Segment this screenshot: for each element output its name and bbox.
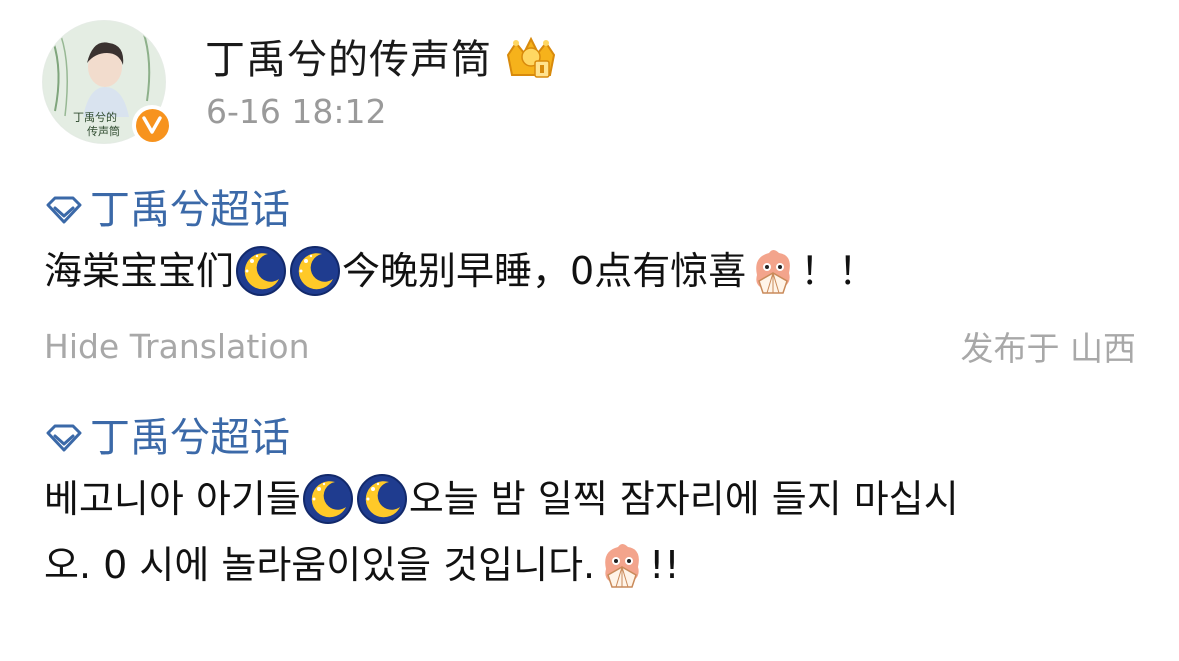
translation-content: 丁禹兮超话 베고니아 아기들 오늘 밤 일찍 잠자리에 들지 마십시 오. 0 …	[44, 410, 1144, 598]
translation-line-2: 오. 0 시에 놀라움이있을 것입니다. !!	[44, 532, 1144, 598]
svg-text:传声筒: 传声筒	[87, 124, 120, 138]
super-topic-icon	[46, 424, 82, 452]
post-meta: Hide Translation 发布于 山西	[44, 322, 1136, 370]
topic-label: 丁禹兮超话	[90, 415, 290, 461]
fan-shy-emoji-icon	[756, 250, 791, 294]
topic-label: 丁禹兮超话	[90, 187, 290, 233]
author-row: 丁禹兮的传声筒	[205, 32, 560, 88]
post-header: 丁禹兮的 传声筒 丁禹兮的传声筒 6-16 18:12	[42, 20, 1142, 150]
translation-text-part: 베고니아 아기들	[44, 477, 301, 521]
moon-sleep-emoji-icon	[290, 246, 341, 296]
post-time: 6-16 18:12	[206, 92, 387, 131]
post-text-part: 海棠宝宝们	[44, 249, 235, 293]
translation-text-part: !!	[649, 543, 680, 587]
original-content: 丁禹兮超话 海棠宝宝们 今晚别早睡，0点有惊喜 ！！	[44, 182, 1144, 304]
translation-text-part: 오늘 밤 일찍 잠자리에 들지 마십시	[408, 477, 959, 521]
crown-badge-icon[interactable]	[502, 35, 560, 85]
topic-link[interactable]: 丁禹兮超话	[44, 182, 1144, 238]
post-location: 发布于 山西	[960, 329, 1137, 368]
translation-text-part: 오. 0 시에 놀라움이있을 것입니다.	[44, 543, 596, 587]
avatar-caption: 丁禹兮的	[73, 110, 117, 124]
moon-sleep-emoji-icon	[236, 246, 287, 296]
topic-link[interactable]: 丁禹兮超话	[44, 410, 1144, 466]
super-topic-icon	[46, 196, 82, 224]
moon-sleep-emoji-icon	[356, 474, 407, 524]
author-name[interactable]: 丁禹兮的传声筒	[205, 32, 492, 88]
moon-sleep-emoji-icon	[302, 474, 353, 524]
fan-shy-emoji-icon	[605, 544, 640, 588]
hide-translation-link[interactable]: Hide Translation	[44, 327, 310, 366]
weibo-post: 丁禹兮的 传声筒 丁禹兮的传声筒 6-16 18:12 丁禹兮超话 海棠宝宝们 …	[0, 0, 1179, 661]
translation-line-1: 베고니아 아기들 오늘 밤 일찍 잠자리에 들지 마십시	[44, 466, 1144, 532]
post-text-part: ！！	[800, 249, 877, 293]
verified-icon	[132, 105, 172, 145]
post-text-part: 今晚别早睡，0点有惊喜	[342, 249, 747, 293]
post-text: 海棠宝宝们 今晚别早睡，0点有惊喜 ！！	[44, 238, 1144, 304]
